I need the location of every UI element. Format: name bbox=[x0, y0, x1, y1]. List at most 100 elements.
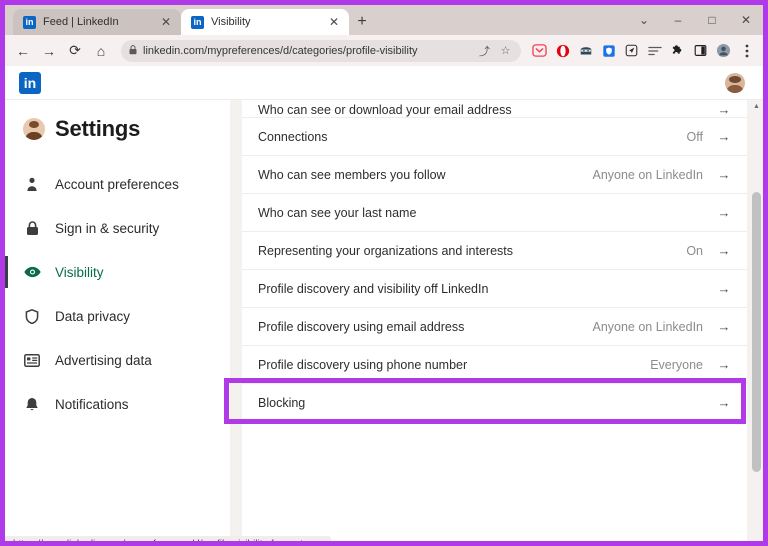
home-icon[interactable]: ⌂ bbox=[89, 39, 113, 63]
bell-icon bbox=[23, 397, 41, 412]
window-controls: ⌄ – □ ✕ bbox=[627, 5, 763, 35]
forward-icon[interactable]: → bbox=[37, 39, 61, 63]
settings-row-discovery-email[interactable]: Profile discovery using email address An… bbox=[242, 308, 747, 346]
linkedin-icon: in bbox=[191, 15, 204, 29]
card-icon bbox=[23, 353, 41, 367]
tab-search-icon[interactable]: ⌄ bbox=[627, 5, 661, 35]
chevron-right-icon: → bbox=[717, 319, 731, 334]
browser-toolbar: ← → ⟳ ⌂ linkedin.com/mypreferences/d/cat… bbox=[5, 35, 763, 66]
page-content: in Settings Account preferences Sign in … bbox=[5, 66, 763, 541]
settings-row-connections[interactable]: Connections Off → bbox=[242, 118, 747, 156]
share-icon[interactable]: ⤴ bbox=[477, 43, 492, 59]
page-title: Settings bbox=[55, 116, 141, 141]
sidebar-item-label: Data privacy bbox=[55, 308, 131, 324]
row-label: Profile discovery using phone number bbox=[258, 357, 468, 372]
row-value: Anyone on LinkedIn bbox=[592, 167, 703, 182]
sidebar-nav: Account preferences Sign in & security V… bbox=[5, 162, 230, 426]
profile-icon[interactable] bbox=[713, 40, 734, 62]
sidebar-item-data-privacy[interactable]: Data privacy bbox=[5, 294, 230, 338]
ninja-icon[interactable] bbox=[575, 40, 596, 62]
reload-icon[interactable]: ⟳ bbox=[63, 39, 87, 63]
row-label: Profile discovery using email address bbox=[258, 319, 465, 334]
chevron-right-icon: → bbox=[717, 102, 731, 117]
pocket-icon[interactable] bbox=[529, 40, 550, 62]
sidepanel-icon[interactable] bbox=[690, 40, 711, 62]
chevron-right-icon: → bbox=[717, 167, 731, 182]
visibility-settings-card: Who can see or download your email addre… bbox=[242, 100, 747, 541]
settings-main: Who can see or download your email addre… bbox=[230, 66, 763, 541]
close-icon[interactable]: ✕ bbox=[327, 15, 341, 29]
row-label: Profile discovery and visibility off Lin… bbox=[258, 281, 489, 296]
settings-row-discovery-phone[interactable]: Profile discovery using phone number Eve… bbox=[242, 346, 747, 384]
lock-icon bbox=[23, 220, 41, 236]
lock-icon bbox=[129, 44, 137, 57]
back-icon[interactable]: ← bbox=[11, 39, 35, 63]
sidebar-item-label: Notifications bbox=[55, 396, 129, 412]
settings-row-email-address[interactable]: Who can see or download your email addre… bbox=[242, 100, 747, 118]
chevron-right-icon: → bbox=[717, 243, 731, 258]
page-scrollbar[interactable]: ▲ ▼ bbox=[750, 100, 763, 541]
browser-tab-visibility[interactable]: in Visibility ✕ bbox=[181, 9, 349, 35]
chevron-right-icon: → bbox=[717, 205, 731, 220]
sidebar-item-sign-in-security[interactable]: Sign in & security bbox=[5, 206, 230, 250]
linkedin-logo-icon[interactable]: in bbox=[19, 71, 41, 94]
tab-strip: in Feed | LinkedIn ✕ in Visibility ✕ + ⌄… bbox=[5, 5, 763, 35]
send-icon[interactable] bbox=[621, 40, 642, 62]
status-bar: https://www.linkedin.com/mypreferences/d… bbox=[5, 536, 331, 541]
sidebar-item-label: Visibility bbox=[55, 264, 104, 280]
row-label: Representing your organizations and inte… bbox=[258, 243, 514, 258]
sidebar-item-account-preferences[interactable]: Account preferences bbox=[5, 162, 230, 206]
scroll-down-icon[interactable]: ▼ bbox=[750, 540, 763, 541]
opera-icon[interactable] bbox=[552, 40, 573, 62]
shield-icon bbox=[23, 308, 41, 324]
address-bar[interactable]: linkedin.com/mypreferences/d/categories/… bbox=[121, 39, 521, 62]
person-icon bbox=[23, 177, 41, 192]
linkedin-header: in bbox=[5, 66, 763, 100]
chevron-right-icon: → bbox=[717, 357, 731, 372]
settings-sidebar: Settings Account preferences Sign in & s… bbox=[5, 66, 230, 541]
sidebar-item-label: Sign in & security bbox=[55, 220, 160, 236]
tab-title: Feed | LinkedIn bbox=[43, 16, 119, 28]
maximize-icon[interactable]: □ bbox=[695, 5, 729, 35]
new-tab-button[interactable]: + bbox=[349, 9, 375, 35]
sidebar-item-label: Advertising data bbox=[55, 352, 152, 368]
linkedin-icon: in bbox=[23, 15, 36, 29]
chevron-right-icon: → bbox=[717, 129, 731, 144]
avatar bbox=[23, 118, 45, 140]
chevron-right-icon: → bbox=[717, 395, 731, 410]
sidebar-item-notifications[interactable]: Notifications bbox=[5, 382, 230, 426]
row-label: Who can see members you follow bbox=[258, 167, 446, 182]
tab-title: Visibility bbox=[211, 16, 251, 28]
settings-row-representing-organizations[interactable]: Representing your organizations and inte… bbox=[242, 232, 747, 270]
row-value: Everyone bbox=[650, 357, 703, 372]
close-window-icon[interactable]: ✕ bbox=[729, 5, 763, 35]
settings-header: Settings bbox=[5, 100, 230, 152]
list-icon[interactable] bbox=[644, 40, 665, 62]
eye-icon bbox=[23, 266, 41, 278]
puzzle-icon[interactable] bbox=[667, 40, 688, 62]
row-label: Who can see your last name bbox=[258, 205, 417, 220]
row-value: Anyone on LinkedIn bbox=[592, 319, 703, 334]
settings-row-profile-discovery-off-linkedin[interactable]: Profile discovery and visibility off Lin… bbox=[242, 270, 747, 308]
settings-row-blocking[interactable]: Blocking → bbox=[242, 384, 747, 422]
row-value: On bbox=[686, 243, 703, 258]
row-value: Off bbox=[686, 129, 703, 144]
close-icon[interactable]: ✕ bbox=[159, 15, 173, 29]
minimize-icon[interactable]: – bbox=[661, 5, 695, 35]
row-label: Who can see or download your email addre… bbox=[258, 103, 512, 117]
scrollbar-thumb[interactable] bbox=[752, 192, 761, 472]
avatar[interactable] bbox=[725, 72, 745, 93]
bookmark-icon[interactable]: ☆ bbox=[498, 44, 513, 57]
browser-tab-feed[interactable]: in Feed | LinkedIn ✕ bbox=[13, 9, 181, 35]
sidebar-item-visibility[interactable]: Visibility bbox=[5, 250, 230, 294]
settings-row-last-name[interactable]: Who can see your last name → bbox=[242, 194, 747, 232]
row-label: Connections bbox=[258, 129, 328, 144]
shield-icon[interactable] bbox=[598, 40, 619, 62]
menu-icon[interactable] bbox=[736, 40, 757, 62]
sidebar-item-advertising-data[interactable]: Advertising data bbox=[5, 338, 230, 382]
address-bar-url: linkedin.com/mypreferences/d/categories/… bbox=[143, 44, 418, 57]
sidebar-item-label: Account preferences bbox=[55, 176, 179, 192]
settings-row-members-you-follow[interactable]: Who can see members you follow Anyone on… bbox=[242, 156, 747, 194]
row-label: Blocking bbox=[258, 395, 306, 410]
scroll-up-icon[interactable]: ▲ bbox=[750, 100, 763, 113]
